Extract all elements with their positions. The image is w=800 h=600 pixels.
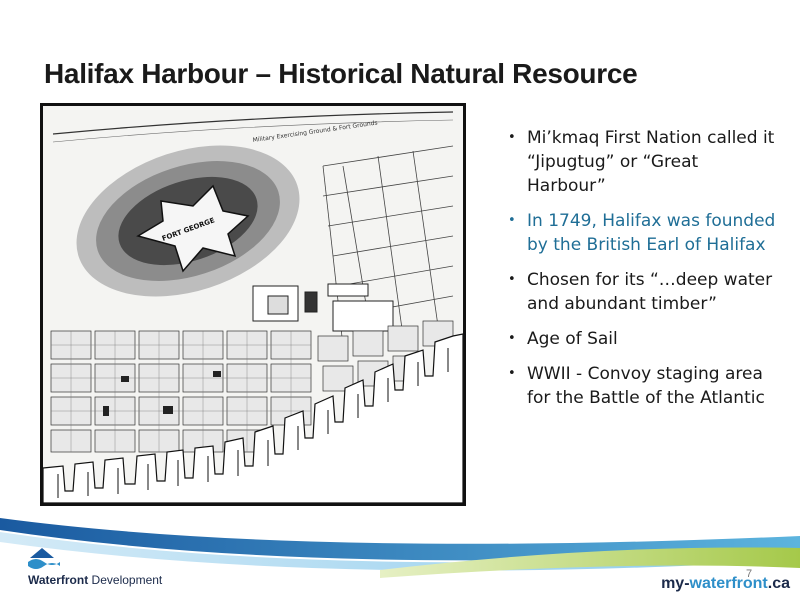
bullet-text: In 1749, Halifax was founded by the Brit…: [527, 211, 776, 255]
bullet-text: WWII - Convoy staging area for the Battl…: [527, 364, 765, 408]
website-prefix: my-: [661, 575, 690, 592]
historical-map-image: Military Exercising Ground & Fort Ground…: [40, 103, 466, 506]
bullet-marker: •: [508, 213, 516, 228]
waterfront-logo-icon: [28, 548, 60, 569]
bullet-item: • Mi’kmaq First Nation called it “Jipugt…: [508, 126, 778, 198]
bullet-text: Age of Sail: [527, 329, 618, 349]
bullet-list: • Mi’kmaq First Nation called it “Jipugt…: [508, 126, 778, 421]
website-main: waterfront: [689, 575, 768, 592]
bullet-marker: •: [508, 272, 516, 287]
bullet-marker: •: [508, 130, 516, 145]
bullet-text: Chosen for its “…deep water and abundant…: [527, 270, 773, 314]
bullet-text: Mi’kmaq First Nation called it “Jipugtug…: [527, 128, 775, 196]
bullet-item: • WWII - Convoy staging area for the Bat…: [508, 362, 778, 410]
bullet-item: • Age of Sail: [508, 327, 778, 351]
logo-text-rest: Development: [88, 573, 163, 587]
bullet-item: • Chosen for its “…deep water and abunda…: [508, 268, 778, 316]
website-suffix: .ca: [767, 575, 790, 592]
website-url[interactable]: my-waterfront.ca: [661, 575, 790, 593]
logo-text-bold: Waterfront: [28, 573, 89, 587]
logo-text: Waterfront Development: [28, 573, 162, 587]
bullet-marker: •: [508, 331, 516, 346]
bullet-item-highlighted: • In 1749, Halifax was founded by the Br…: [508, 209, 778, 257]
slide-title: Halifax Harbour – Historical Natural Res…: [44, 58, 638, 89]
bullet-marker: •: [508, 366, 516, 381]
